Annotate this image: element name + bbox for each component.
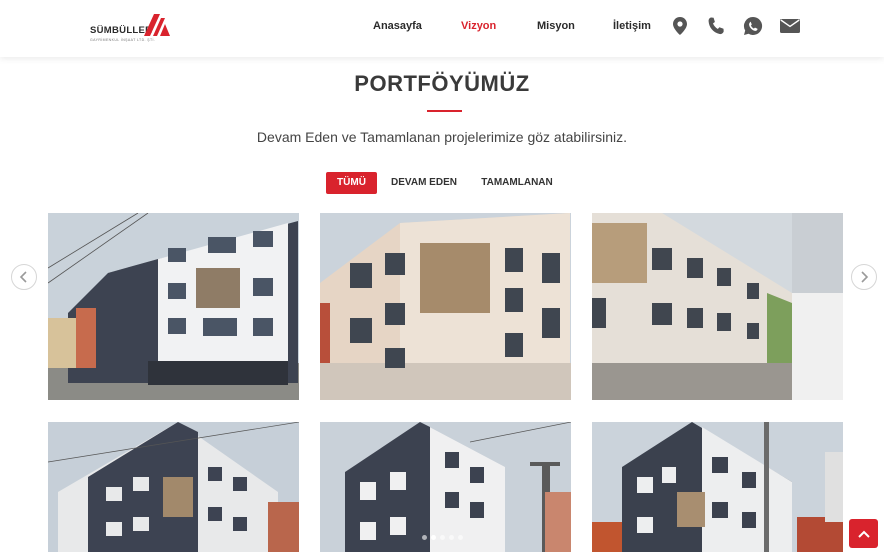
filter-tamamlanan[interactable]: TAMAMLANAN — [474, 172, 560, 194]
nav-item-anasayfa[interactable]: Anasayfa — [373, 18, 422, 34]
main-nav: Anasayfa Vizyon Misyon İletişim — [0, 16, 884, 38]
scroll-to-top-button[interactable] — [849, 519, 878, 548]
carousel-dot[interactable] — [449, 535, 454, 540]
project-card[interactable] — [48, 422, 299, 552]
chevron-up-icon — [857, 530, 870, 538]
envelope-icon[interactable] — [779, 16, 801, 36]
carousel-dots — [422, 535, 463, 540]
carousel-next-button[interactable] — [851, 264, 877, 290]
page-title: PORTFÖYÜMÜZ — [354, 71, 530, 96]
carousel-dot-active[interactable] — [431, 535, 436, 540]
phone-icon[interactable] — [705, 16, 727, 36]
chevron-right-icon — [861, 271, 869, 283]
apartment-building-photo — [320, 422, 571, 552]
chevron-left-icon — [19, 271, 27, 283]
nav-item-vizyon[interactable]: Vizyon — [461, 18, 496, 34]
apartment-building-photo — [592, 213, 843, 400]
carousel-dot[interactable] — [422, 535, 427, 540]
project-card[interactable] — [48, 213, 299, 400]
brand-tagline: GAYRİMENKUL İNŞAAT LTD. ŞTİ. — [90, 38, 156, 42]
title-divider — [427, 110, 462, 112]
carousel-dot[interactable] — [458, 535, 463, 540]
filter-devam-eden[interactable]: DEVAM EDEN — [386, 172, 462, 194]
nav-item-misyon[interactable]: Misyon — [537, 18, 575, 34]
project-card[interactable] — [592, 213, 843, 400]
site-header: SÜMBÜLLER GAYRİMENKUL İNŞAAT LTD. ŞTİ. A… — [0, 0, 884, 57]
apartment-building-photo — [48, 213, 299, 400]
apartment-building-photo — [320, 213, 571, 400]
project-card[interactable] — [320, 213, 571, 400]
whatsapp-icon[interactable] — [742, 16, 764, 36]
carousel-prev-button[interactable] — [11, 264, 37, 290]
location-pin-icon[interactable] — [669, 16, 691, 36]
nav-item-iletisim[interactable]: İletişim — [613, 18, 651, 34]
filter-tumu[interactable]: TÜMÜ — [326, 172, 377, 194]
carousel-dot[interactable] — [440, 535, 445, 540]
apartment-building-photo — [592, 422, 843, 552]
section-subtitle: Devam Eden ve Tamamlanan projelerimize g… — [256, 129, 628, 145]
apartment-building-photo — [48, 422, 299, 552]
project-card[interactable] — [592, 422, 843, 552]
project-card[interactable] — [320, 422, 571, 552]
